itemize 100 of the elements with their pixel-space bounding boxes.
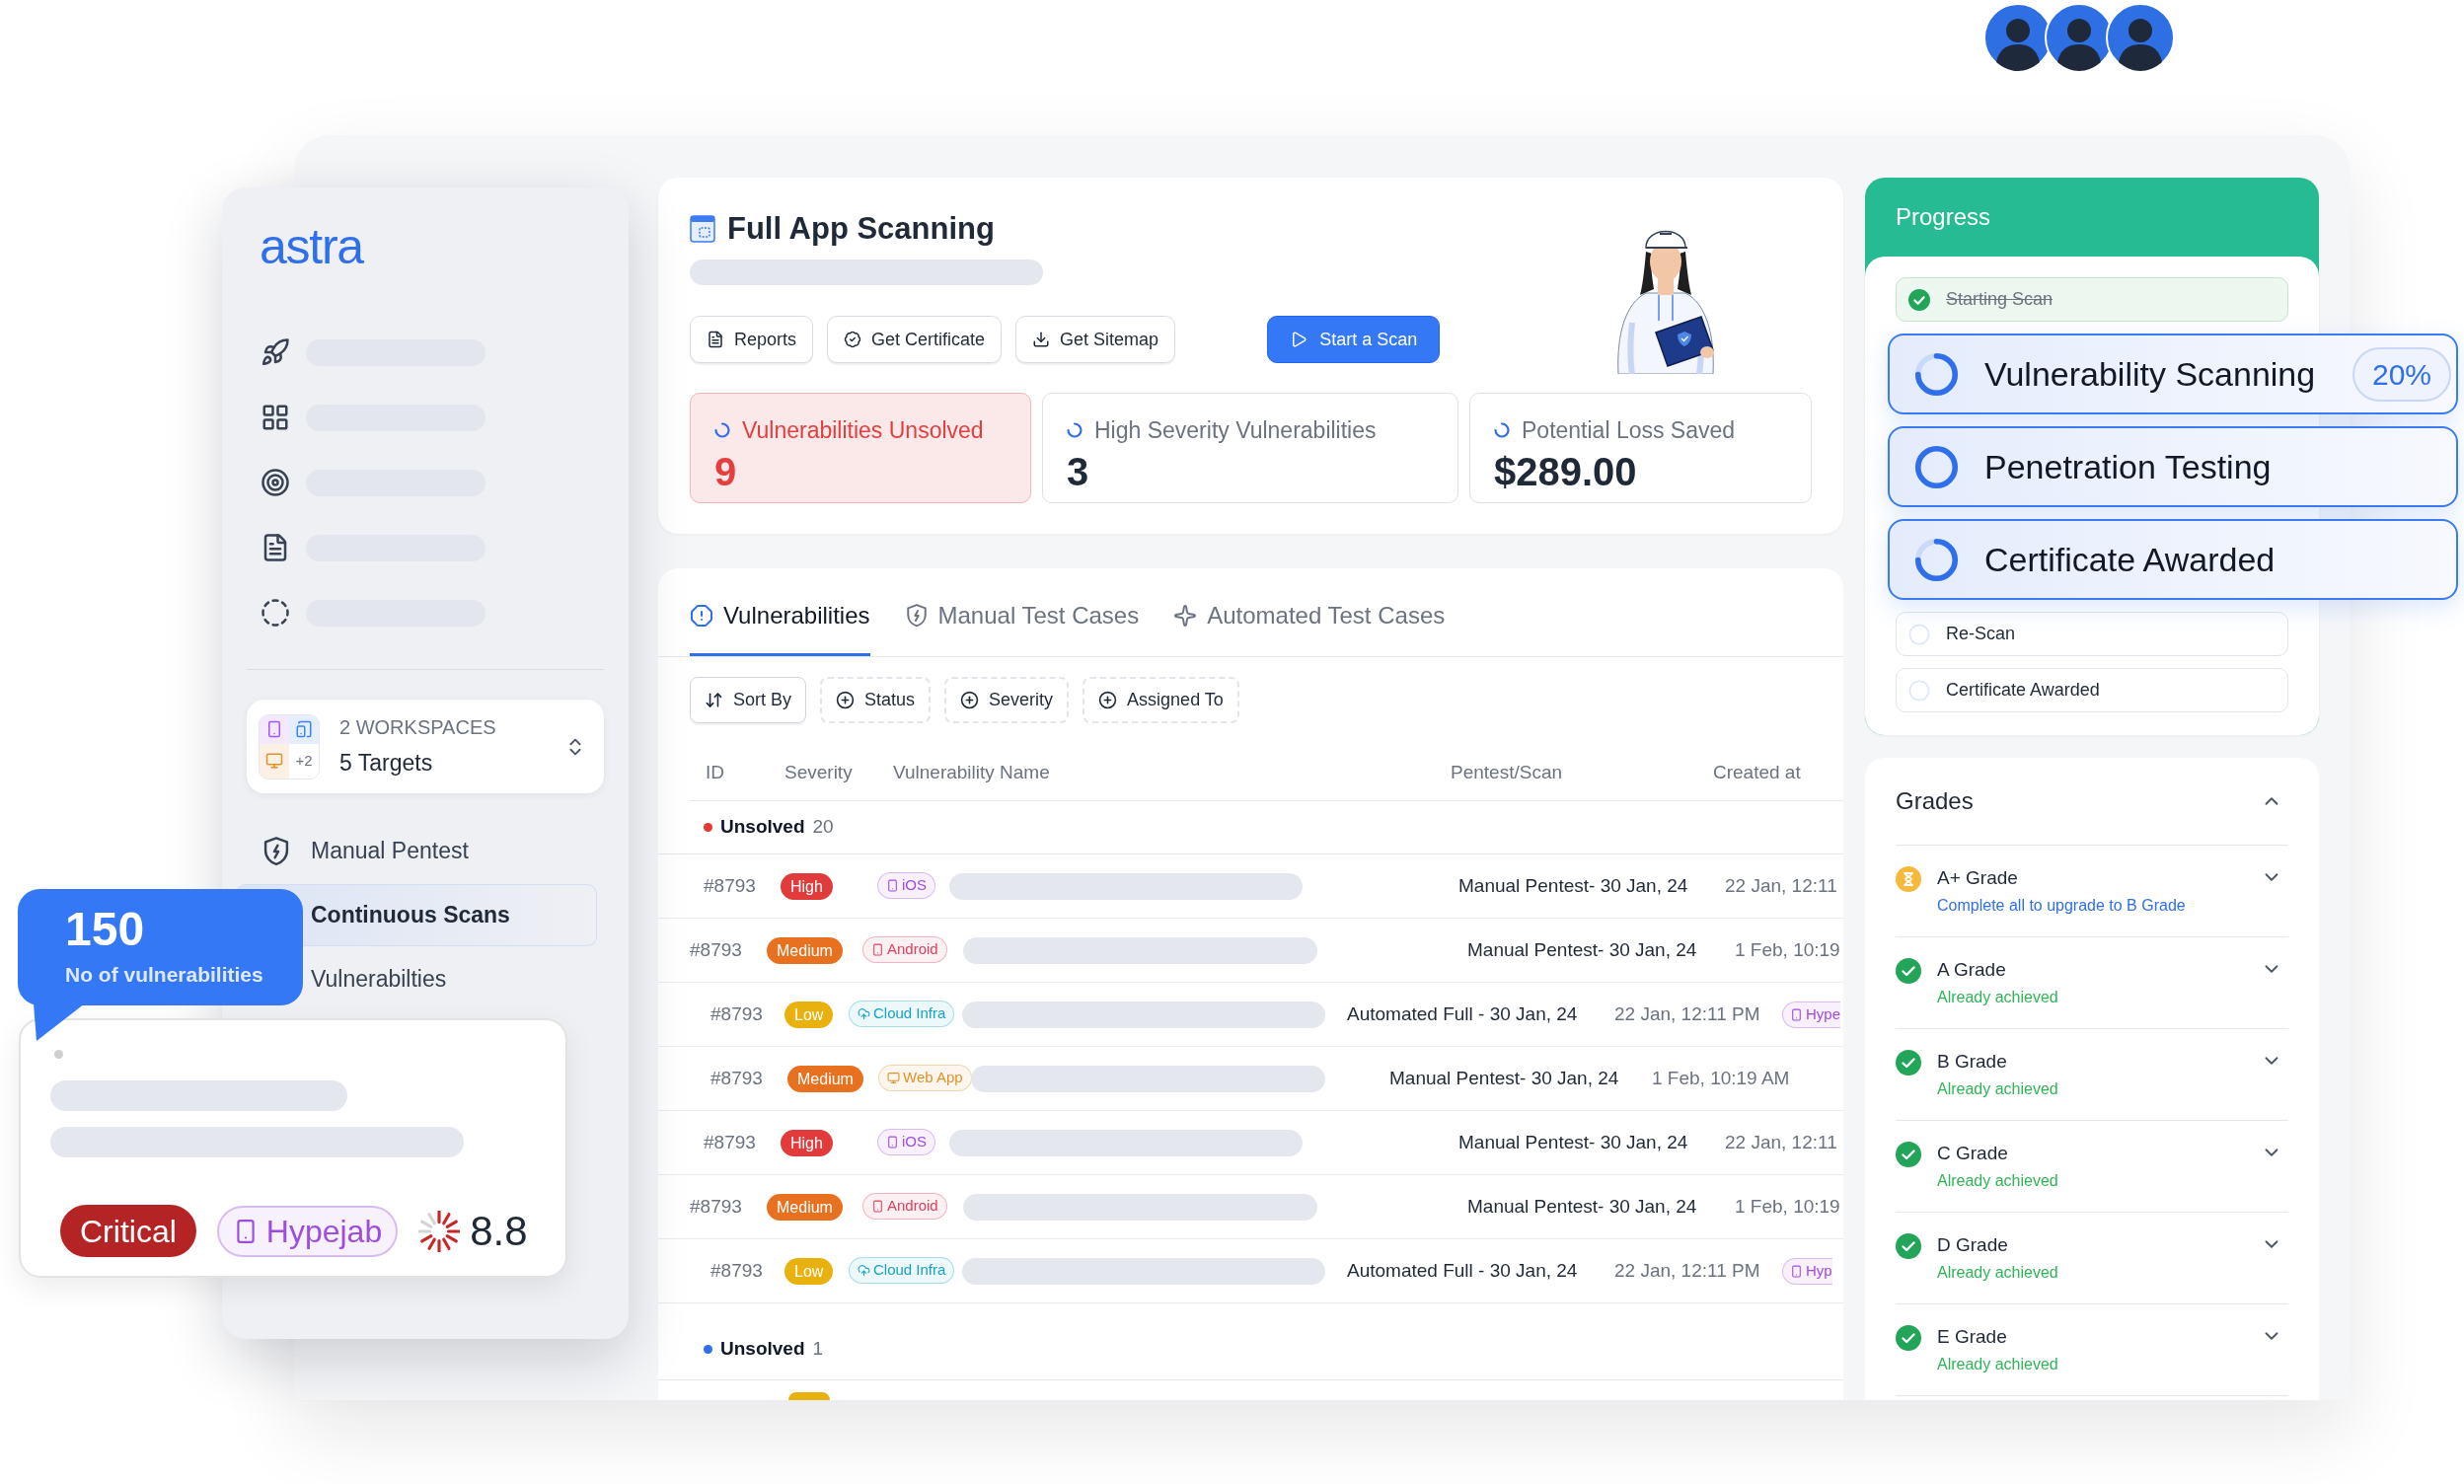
severity-badge: Medium xyxy=(767,937,843,965)
phone-icon xyxy=(871,942,884,956)
grid-icon[interactable] xyxy=(261,403,290,432)
vulnerability-id: #8793 xyxy=(704,874,756,896)
filter-button[interactable]: Severity xyxy=(944,677,1070,723)
spinner-icon xyxy=(1067,422,1083,439)
severity-badge: High xyxy=(781,1130,833,1157)
created-date: 1 Feb, 10:19 xyxy=(1735,938,1840,960)
workspace-targets: 5 Targets xyxy=(339,749,434,779)
severity-badge: Low xyxy=(784,1002,834,1029)
phone-icon xyxy=(871,1199,884,1213)
grade-status: Already achieved xyxy=(1937,1355,2058,1374)
column-header: Vulnerability Name xyxy=(893,762,1050,783)
document-icon xyxy=(707,331,724,348)
tooltip-value: 150 xyxy=(65,903,145,956)
start-scan-button[interactable]: Start a Scan xyxy=(1267,316,1441,363)
severity-badge: Medium xyxy=(767,1194,843,1222)
spinner-icon xyxy=(1914,351,1959,397)
toolbar-button[interactable]: Reports xyxy=(690,316,814,363)
platform-tag: iOS xyxy=(877,871,935,899)
tooltip-caption: No of vulnerabilities xyxy=(65,962,263,988)
created-date: 1 Feb, 10:19 AM xyxy=(1652,1067,1790,1088)
cloud-icon xyxy=(858,1006,870,1020)
toolbar-button[interactable]: Get Certificate xyxy=(827,316,1003,363)
column-header: Created at xyxy=(1713,762,1801,783)
group-label: Unsolved xyxy=(720,1337,805,1362)
grade-title: D Grade xyxy=(1937,1233,2009,1257)
group-count: 1 xyxy=(812,1337,824,1362)
tab[interactable]: Manual Test Cases xyxy=(904,577,1140,656)
target-tag: Hypejab xyxy=(216,1205,399,1257)
created-date: 22 Jan, 12:11 PM xyxy=(1614,1002,1760,1024)
step-label: Vulnerability Scanning xyxy=(1984,353,2316,395)
severity-badge: Critical xyxy=(60,1205,196,1257)
stat-label: Potential Loss Saved xyxy=(1522,416,1736,445)
monitor-icon xyxy=(887,1071,900,1084)
grade-status: Already achieved xyxy=(1937,1079,2058,1099)
dashed-circle-icon[interactable] xyxy=(261,598,290,628)
play-icon xyxy=(1290,331,1308,348)
grade-title: A+ Grade xyxy=(1937,866,2019,890)
sparkle-icon xyxy=(1173,603,1198,628)
severity-badge: Low xyxy=(784,1258,834,1286)
severity-badge: Medium xyxy=(787,1066,863,1093)
grade-title: C Grade xyxy=(1937,1142,2009,1165)
stat-label: High Severity Vulnerabilities xyxy=(1094,416,1377,445)
tab[interactable]: Automated Test Cases xyxy=(1173,577,1446,656)
grade-status: Already achieved xyxy=(1937,1171,2058,1191)
step-label: Certificate Awarded xyxy=(1946,679,2100,702)
rocket-icon[interactable] xyxy=(261,337,290,367)
empty-circle-icon xyxy=(1908,623,1930,645)
sidebar-item[interactable]: Manual Pentest xyxy=(236,820,597,882)
score-spinner-icon xyxy=(418,1210,461,1252)
ring-icon xyxy=(1914,444,1959,489)
stat-value: $289.00 xyxy=(1494,449,1637,493)
avatar xyxy=(2106,3,2175,72)
pentest-name: Manual Pentest- 30 Jan, 24 xyxy=(1467,938,1697,960)
pentest-name: Manual Pentest- 30 Jan, 24 xyxy=(1389,1067,1619,1088)
phone-icon xyxy=(886,878,899,892)
grade-status: Already achieved xyxy=(1937,1263,2058,1283)
group-count: 20 xyxy=(812,815,834,840)
created-date: 22 Jan, 12:11 PM xyxy=(1614,1259,1760,1281)
created-date: 22 Jan, 12:11 xyxy=(1725,874,1837,896)
logo: astra xyxy=(260,225,363,268)
column-header: Severity xyxy=(784,762,853,783)
sort-icon xyxy=(705,691,723,709)
grade-status: Already achieved xyxy=(1937,988,2058,1007)
tab[interactable]: Vulnerabilities xyxy=(690,577,870,656)
column-header: ID xyxy=(706,762,724,783)
stat-label: Vulnerabilities Unsolved xyxy=(742,416,984,445)
target-icon[interactable] xyxy=(261,468,290,497)
pentest-name: Manual Pentest- 30 Jan, 24 xyxy=(1458,1131,1688,1152)
plus-circle-icon xyxy=(1098,691,1118,709)
vulnerability-id: #8793 xyxy=(710,1002,763,1024)
severity-badge: High xyxy=(781,873,833,901)
workspace-switcher[interactable]: +2 2 WORKSPACES 5 Targets xyxy=(247,700,604,793)
created-date: 1 Feb, 10:19 xyxy=(1735,1195,1840,1217)
grade-title: E Grade xyxy=(1937,1325,2008,1349)
spinner-icon xyxy=(1494,422,1510,439)
filter-button[interactable]: Assigned To xyxy=(1083,677,1239,723)
pentest-name: Manual Pentest- 30 Jan, 24 xyxy=(1467,1195,1697,1217)
created-date: 22 Jan, 12:11 xyxy=(1725,1131,1837,1152)
spinner-icon xyxy=(714,422,730,439)
grades-title: Grades xyxy=(1896,786,1974,816)
filter-button[interactable]: Status xyxy=(820,677,932,723)
platform-tag: Android xyxy=(862,935,947,963)
vulnerability-id: #8793 xyxy=(704,1131,756,1152)
pentest-name: Manual Pentest- 30 Jan, 24 xyxy=(1458,874,1688,896)
filter-button[interactable]: Sort By xyxy=(690,677,807,723)
download-icon xyxy=(1032,331,1051,348)
empty-circle-icon xyxy=(1908,679,1930,702)
plus-circle-icon xyxy=(960,691,980,709)
toolbar-button[interactable]: Get Sitemap xyxy=(1015,316,1176,363)
grade-title: A Grade xyxy=(1937,958,2007,982)
grade-status: Complete all to upgrade to B Grade xyxy=(1937,896,2186,916)
vulnerability-id: #8793 xyxy=(710,1067,763,1088)
vulnerability-id: #8793 xyxy=(690,1195,742,1217)
vulnerability-id: #8793 xyxy=(710,1259,763,1281)
vulnerability-id: #8793 xyxy=(690,938,742,960)
platform-tag: Cloud Infra xyxy=(849,1000,955,1027)
platform-tag: Cloud Infra xyxy=(849,1256,955,1284)
platform-tag: Android xyxy=(862,1192,947,1220)
